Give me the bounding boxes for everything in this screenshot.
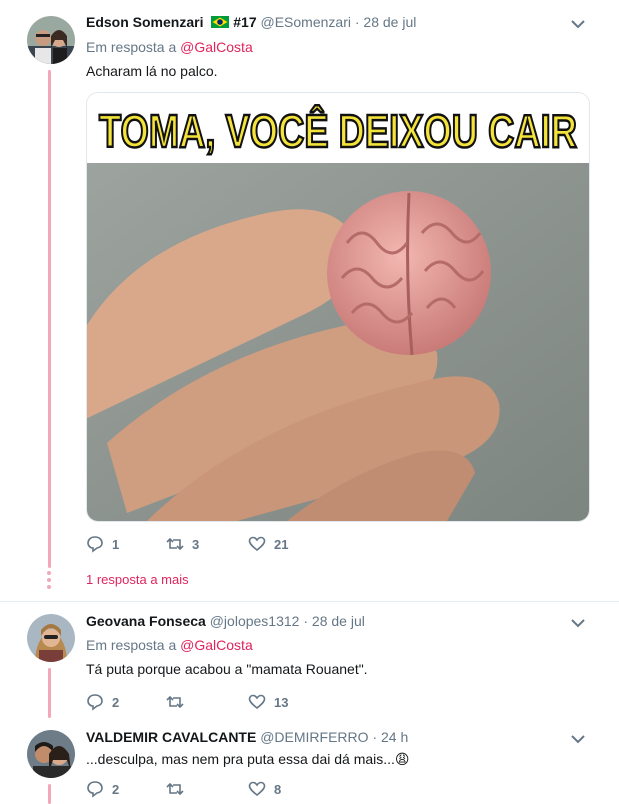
reply-count: 1 [112,536,120,552]
reply-context: Em resposta a @GalCosta [86,637,253,653]
reply-button[interactable]: 1 [86,535,119,553]
meme-caption: TOMA, VOCÊ DEIXOU CAIR [99,105,577,157]
tweet-actions: 2 8 [86,780,486,800]
heart-icon [248,536,266,552]
reply-icon [87,694,103,711]
retweet-icon [166,537,184,551]
retweet-icon [166,782,184,796]
dot-separator: · [372,729,378,745]
thread-line [48,70,51,568]
tweet-media[interactable]: TOMA, VOCÊ DEIXOU CAIR [86,92,590,522]
author-handle[interactable]: @jolopes1312 [210,613,300,629]
reply-to-link[interactable]: @GalCosta [180,39,253,55]
retweet-count: 3 [192,536,200,552]
tweet-text: ...desculpa, mas nem pra puta essa dai d… [86,751,410,767]
brazil-flag-icon [211,16,230,28]
author-handle[interactable]: @ESomenzari [261,14,351,30]
like-count: 21 [274,536,289,552]
avatar[interactable] [27,16,75,64]
heart-icon [248,694,266,710]
chevron-down-icon[interactable] [571,19,585,29]
reply-button[interactable]: 2 [86,780,119,798]
reply-context: Em resposta a @GalCosta [86,39,253,55]
retweet-button[interactable] [166,780,192,798]
reply-prefix: Em resposta a [86,637,177,653]
dot-separator: · [303,613,309,629]
retweet-button[interactable] [166,693,192,711]
tweet-2[interactable]: Geovana Fonseca @jolopes1312 · 28 de jul… [0,602,619,718]
thread-line [48,784,51,804]
thread-line [48,668,51,718]
tweet-date[interactable]: 28 de jul [312,613,365,629]
avatar[interactable] [27,730,75,778]
tweet-3[interactable]: VALDEMIR CAVALCANTE @DEMIRFERRO · 24 h .… [0,718,619,804]
like-count: 13 [274,694,289,710]
author-name[interactable]: VALDEMIR CAVALCANTE [86,729,256,745]
author-handle[interactable]: @DEMIRFERRO [260,729,368,745]
chevron-down-icon[interactable] [571,618,585,628]
more-replies-dots [47,571,51,592]
tweet-text: Tá puta porque acabou a "mamata Rouanet"… [86,661,368,677]
tweet-header: Edson Somenzari #17 @ESomenzari · 28 de … [86,14,416,30]
like-button[interactable]: 13 [248,693,288,711]
tweet-date[interactable]: 24 h [381,729,408,745]
author-name[interactable]: Geovana Fonseca [86,613,206,629]
like-button[interactable]: 8 [248,780,281,798]
tweet-date[interactable]: 28 de jul [363,14,416,30]
tweet-actions: 1 3 21 [86,535,486,555]
reply-to-link[interactable]: @GalCosta [180,637,253,653]
author-name[interactable]: Edson Somenzari [86,14,203,30]
like-button[interactable]: 21 [248,535,288,553]
tweet-1[interactable]: Edson Somenzari #17 @ESomenzari · 28 de … [0,0,619,600]
author-badge: #17 [233,14,257,30]
tweet-header: Geovana Fonseca @jolopes1312 · 28 de jul [86,613,365,629]
more-replies-link[interactable]: 1 resposta a mais [86,572,189,587]
reply-icon [87,781,103,798]
reply-count: 2 [112,781,120,797]
reply-icon [87,536,103,553]
retweet-button[interactable]: 3 [166,535,199,553]
dot-separator: · [354,14,360,30]
reply-button[interactable]: 2 [86,693,119,711]
tweet-header: VALDEMIR CAVALCANTE @DEMIRFERRO · 24 h [86,729,408,745]
reply-count: 2 [112,694,120,710]
chevron-down-icon[interactable] [571,734,585,744]
tweet-text: Acharam lá no palco. [86,63,218,79]
retweet-icon [166,695,184,709]
tweet-actions: 2 13 [86,693,486,713]
heart-icon [248,781,266,797]
avatar[interactable] [27,614,75,662]
meme-image: TOMA, VOCÊ DEIXOU CAIR [87,93,589,521]
like-count: 8 [274,781,282,797]
reply-prefix: Em resposta a [86,39,177,55]
